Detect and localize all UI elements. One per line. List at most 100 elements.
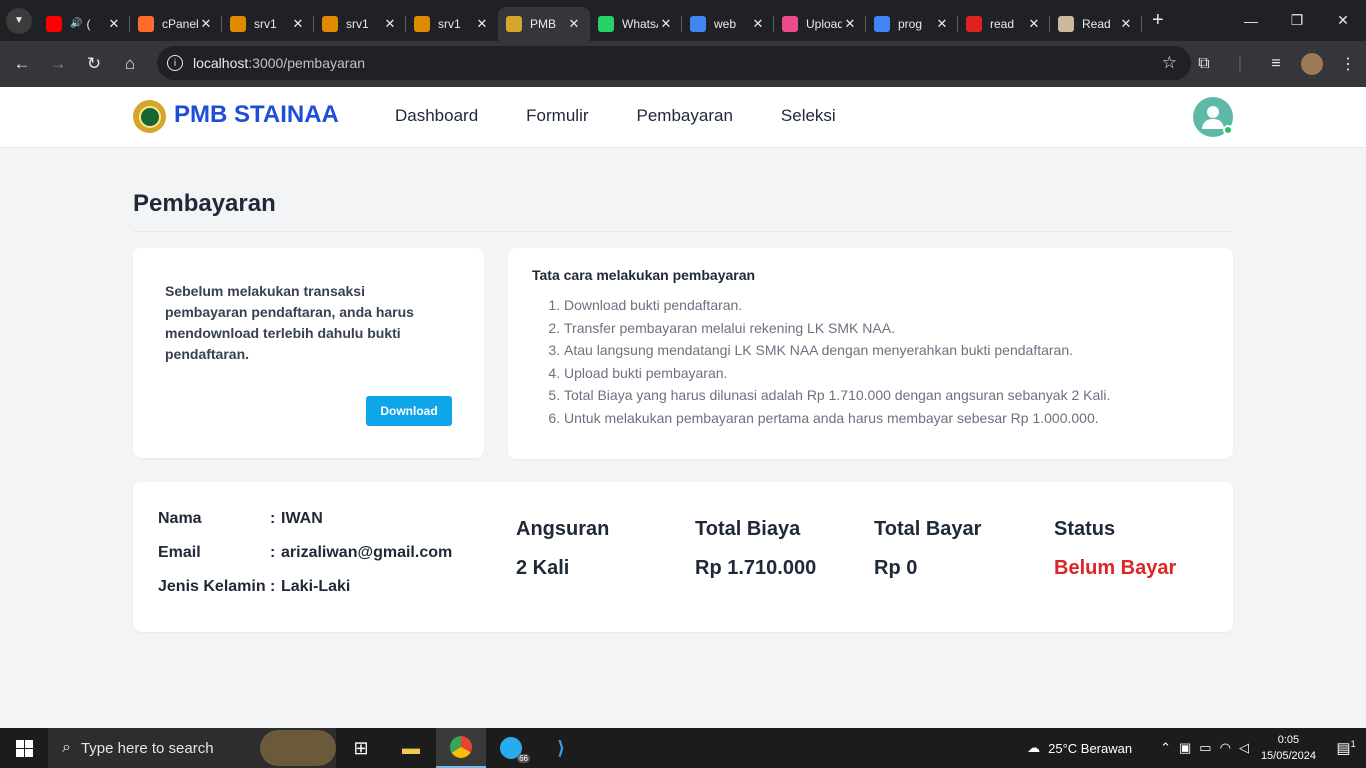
close-tab-icon[interactable]: ✕ <box>566 16 582 32</box>
media-control-icon[interactable]: ≡ <box>1258 55 1294 73</box>
browser-tab[interactable]: WhatsApp✕ <box>590 7 682 41</box>
clock-time: 0:05 <box>1277 734 1300 746</box>
close-tab-icon[interactable]: ✕ <box>934 16 950 32</box>
taskbar-search[interactable]: ⌕ Type here to search <box>48 728 336 768</box>
site-info-icon[interactable]: i <box>167 55 183 71</box>
browser-tab[interactable]: 🔊 (✕ <box>38 7 130 41</box>
bookmark-star-icon[interactable]: ☆ <box>1162 53 1177 73</box>
close-tab-icon[interactable]: ✕ <box>1118 16 1134 32</box>
google-icon <box>690 15 706 32</box>
system-tray: ☁ 25°C Berawan ⌃ ▣ ▭ ◠ ◁ 0:05 15/05/2024… <box>1027 728 1366 768</box>
info-row-nama: Nama : IWAN <box>158 510 452 544</box>
main-nav: Dashboard Formulir Pembayaran Seleksi <box>395 106 836 126</box>
browser-tab[interactable]: srv1 ✕ <box>222 7 314 41</box>
browser-tab[interactable]: Upload ✕ <box>774 7 866 41</box>
total-biaya-stat: Total Biaya Rp 1.710.000 <box>695 518 816 580</box>
browser-tab[interactable]: cPanel ✕ <box>130 7 222 41</box>
close-tab-icon[interactable]: ✕ <box>198 16 214 32</box>
extensions-icon[interactable]: ⧉ <box>1186 55 1222 73</box>
browser-tab[interactable]: read ✕ <box>958 7 1050 41</box>
nav-formulir[interactable]: Formulir <box>526 106 588 126</box>
reload-icon[interactable]: ↻ <box>76 46 112 82</box>
back-icon[interactable]: ← <box>4 46 40 82</box>
clock-date: 15/05/2024 <box>1260 750 1316 762</box>
youtube-icon <box>46 15 62 32</box>
wifi-icon[interactable]: ◠ <box>1220 740 1231 756</box>
forward-icon[interactable]: → <box>40 46 76 82</box>
task-view-icon[interactable]: ⊞ <box>336 728 386 768</box>
cpanel-icon <box>138 15 154 32</box>
nav-dashboard[interactable]: Dashboard <box>395 106 478 126</box>
status-stat: Status Belum Bayar <box>1054 518 1176 580</box>
minimize-icon[interactable]: — <box>1228 0 1274 41</box>
gender-value: Laki-Laki <box>281 578 351 595</box>
close-tab-icon[interactable]: ✕ <box>750 16 766 32</box>
close-tab-icon[interactable]: ✕ <box>842 16 858 32</box>
whatsapp-icon <box>598 15 614 32</box>
pmb-icon <box>506 15 522 32</box>
dribbble-icon <box>782 15 798 32</box>
home-icon[interactable]: ⌂ <box>112 46 148 82</box>
address-bar[interactable]: i localhost:3000/pembayaran ☆ <box>157 46 1191 80</box>
brand-title[interactable]: PMB STAINAA <box>174 101 339 129</box>
angsuran-label: Angsuran <box>516 518 610 540</box>
tab-title: Upload <box>806 16 842 31</box>
weather-widget[interactable]: ☁ 25°C Berawan <box>1027 740 1132 756</box>
tab-search-button[interactable]: ▼ <box>6 7 32 34</box>
angsuran-stat: Angsuran 2 Kali <box>516 518 609 580</box>
nama-label: Nama <box>158 510 202 527</box>
close-tab-icon[interactable]: ✕ <box>106 16 122 32</box>
nav-pembayaran[interactable]: Pembayaran <box>637 106 733 126</box>
audio-playing-icon[interactable]: 🔊 <box>70 18 82 29</box>
window-controls: — ❐ ✕ <box>1228 0 1366 41</box>
instructions-card: Tata cara melakukan pembayaran Download … <box>508 248 1233 459</box>
student-info: Nama : IWAN Email : arizaliwan@gmail.com… <box>158 510 452 612</box>
telegram-icon[interactable]: 66 <box>486 728 536 768</box>
close-tab-icon[interactable]: ✕ <box>382 16 398 32</box>
browser-tab[interactable]: prog ✕ <box>866 7 958 41</box>
instruction-item: Transfer pembayaran melalui rekening LK … <box>564 317 1110 340</box>
srv-icon <box>230 15 246 32</box>
browser-toolbar: ← → ↻ ⌂ i localhost:3000/pembayaran ☆ ⧉ … <box>0 41 1366 87</box>
readme-icon <box>966 15 982 32</box>
browser-tab[interactable]: srv1 ✕ <box>406 7 498 41</box>
chrome-icon[interactable] <box>436 728 486 768</box>
file-explorer-icon[interactable]: ▬ <box>386 728 436 768</box>
meet-now-icon[interactable]: ▣ <box>1179 740 1191 756</box>
start-button[interactable] <box>0 728 48 768</box>
more-menu-icon[interactable]: ⋮ <box>1330 54 1366 74</box>
close-tab-icon[interactable]: ✕ <box>658 16 674 32</box>
tab-title: prog <box>898 16 923 31</box>
tab-title: srv1 <box>254 16 277 31</box>
notification-icon[interactable]: ▤1 <box>1326 739 1366 757</box>
browser-tab[interactable]: web ✕ <box>682 7 774 41</box>
chevron-up-icon[interactable]: ⌃ <box>1160 740 1171 756</box>
close-tab-icon[interactable]: ✕ <box>474 16 490 32</box>
user-avatar[interactable] <box>1193 97 1233 137</box>
tab-title: read <box>990 16 1015 31</box>
download-button[interactable]: Download <box>366 396 452 426</box>
cloud-icon: ☁ <box>1027 740 1041 755</box>
profile-avatar[interactable] <box>1294 53 1330 75</box>
nama-value: IWAN <box>281 510 323 527</box>
close-window-icon[interactable]: ✕ <box>1320 0 1366 41</box>
new-tab-button[interactable]: + <box>1152 9 1164 32</box>
nav-seleksi[interactable]: Seleksi <box>781 106 836 126</box>
volume-icon[interactable]: ◁ <box>1239 740 1249 756</box>
download-card: Sebelum melakukan transaksi pembayaran p… <box>133 248 484 458</box>
battery-icon[interactable]: ▭ <box>1199 740 1211 756</box>
toolbar-divider: | <box>1237 55 1243 72</box>
browser-tab[interactable]: PMB ✕ <box>498 6 590 41</box>
browser-tab[interactable]: Read ✕ <box>1050 7 1142 41</box>
close-tab-icon[interactable]: ✕ <box>1026 16 1042 32</box>
browser-tab[interactable]: srv1 ✕ <box>314 7 406 41</box>
close-tab-icon[interactable]: ✕ <box>290 16 306 32</box>
clock[interactable]: 0:05 15/05/2024 <box>1261 732 1316 764</box>
restore-icon[interactable]: ❐ <box>1274 0 1320 41</box>
notification-count: 1 <box>1350 739 1356 749</box>
total-bayar-label: Total Bayar <box>874 518 982 540</box>
total-biaya-label: Total Biaya <box>695 518 801 540</box>
vscode-icon[interactable]: ⟩ <box>536 728 586 768</box>
stainaa-logo <box>133 100 166 133</box>
tab-title: cPanel <box>162 16 198 31</box>
